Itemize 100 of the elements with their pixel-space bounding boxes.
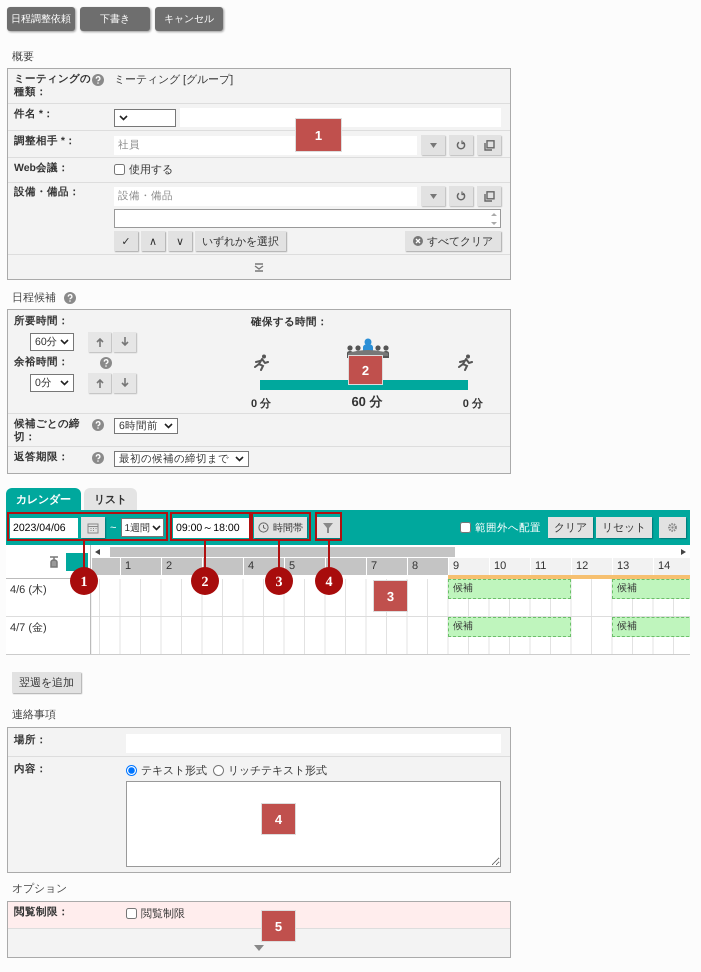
- up-button[interactable]: [88, 332, 111, 352]
- margin-time: 0 分: [462, 396, 483, 411]
- candidate-block[interactable]: 候補: [612, 617, 690, 637]
- select-dropdown[interactable]: 60分: [30, 333, 74, 351]
- field-label: ミーティングの種類：: [14, 73, 92, 99]
- filter-icon: [323, 522, 333, 532]
- help-icon[interactable]: [92, 419, 104, 431]
- filter-button[interactable]: [316, 517, 340, 538]
- period-select[interactable]: 1週間: [121, 518, 164, 537]
- expand-icon[interactable]: [254, 945, 264, 951]
- refresh-button[interactable]: [449, 135, 473, 155]
- action-button[interactable]: 下書き: [80, 7, 150, 31]
- settings-button[interactable]: [659, 517, 686, 538]
- down-button[interactable]: [113, 332, 136, 352]
- dropdown-button[interactable]: [421, 135, 445, 155]
- refresh-button[interactable]: [449, 186, 473, 206]
- section-heading: 概要: [12, 50, 35, 64]
- dropdown-button[interactable]: [421, 186, 445, 206]
- list-button[interactable]: いずれかを選択: [195, 231, 286, 251]
- hour-header: 7: [366, 558, 407, 575]
- time-slot-button[interactable]: 時間帯: [254, 517, 307, 538]
- field-label: Web会議：: [14, 162, 70, 175]
- scrollbar-thumb[interactable]: [110, 546, 455, 556]
- section-heading: 日程候補: [12, 291, 56, 305]
- field-label: 所要時間：: [14, 315, 70, 328]
- tab[interactable]: リスト: [84, 488, 137, 510]
- candidate-block[interactable]: 候補: [448, 617, 571, 637]
- field-label: 確保する時間：: [251, 316, 328, 328]
- toolbar-button[interactable]: リセット: [596, 517, 652, 538]
- radio-label: テキスト形式: [141, 764, 207, 778]
- action-button[interactable]: 日程調整依頼: [7, 7, 75, 31]
- list-button[interactable]: ✓: [114, 231, 138, 251]
- list-button[interactable]: ∨: [168, 231, 192, 251]
- list-box[interactable]: [114, 209, 501, 228]
- field-label: 余裕時間：: [14, 356, 70, 369]
- radio-button[interactable]: [126, 765, 137, 776]
- down-button[interactable]: [113, 373, 136, 393]
- checkbox[interactable]: [126, 908, 137, 919]
- input-field[interactable]: [180, 108, 501, 127]
- up-arrow-icon: [96, 337, 104, 347]
- caret-icon: [152, 524, 161, 530]
- checkbox[interactable]: [460, 522, 471, 533]
- toolbar-button[interactable]: クリア: [548, 517, 593, 538]
- section-heading: オプション: [12, 882, 68, 896]
- meeting-time: 60 分: [351, 393, 383, 411]
- annotation-tooltip: 3: [373, 580, 408, 612]
- help-icon[interactable]: [92, 452, 104, 464]
- add-week-button[interactable]: 翌週を追加: [12, 672, 81, 693]
- hour-header: 12: [571, 558, 612, 575]
- field-label: 調整相手 *：: [14, 135, 78, 148]
- caret-icon: [60, 339, 69, 345]
- time-range-field[interactable]: 09:00～18:00: [173, 518, 251, 538]
- action-button[interactable]: キャンセル: [155, 7, 223, 31]
- field-label: 閲覧制限：: [14, 906, 70, 919]
- clear-all-button[interactable]: すべてクリア: [405, 231, 501, 251]
- annotation-tooltip: 4: [261, 803, 296, 835]
- copy-button[interactable]: [477, 186, 501, 206]
- select-dropdown[interactable]: [114, 108, 176, 126]
- margin-time: 0 分: [251, 396, 272, 411]
- calendar-button[interactable]: [81, 517, 105, 538]
- hour-header: 10: [489, 558, 530, 575]
- copy-icon: [484, 140, 494, 150]
- scroll-left-icon[interactable]: [95, 548, 100, 554]
- input-field[interactable]: 設備・備品: [114, 186, 417, 206]
- section-heading: 連絡事項: [12, 708, 57, 722]
- up-button[interactable]: [88, 373, 111, 393]
- candidate-block[interactable]: 候補: [448, 579, 571, 599]
- help-icon[interactable]: [92, 74, 104, 86]
- refresh-icon: [456, 140, 466, 150]
- help-icon[interactable]: [64, 292, 76, 304]
- callout-tooltip: 4: [315, 512, 343, 595]
- field-label: 内容：: [14, 763, 48, 776]
- clear-icon: [413, 236, 423, 246]
- help-icon[interactable]: [100, 356, 112, 368]
- date-field[interactable]: 2023/04/06: [10, 518, 78, 538]
- annotation-tooltip: 5: [261, 910, 296, 942]
- down-arrow-icon: [120, 337, 128, 347]
- select-dropdown[interactable]: 最初の候補の締切まで: [114, 451, 249, 467]
- annotation-tooltip: 2: [348, 355, 383, 385]
- caret-icon: [235, 456, 244, 462]
- scroll-right-icon[interactable]: [681, 548, 686, 554]
- clock-icon: [258, 522, 269, 533]
- radio-button[interactable]: [213, 765, 224, 776]
- text-area[interactable]: [126, 781, 501, 867]
- select-dropdown[interactable]: 0分: [30, 374, 74, 392]
- caret-icon: [430, 194, 436, 198]
- select-dropdown[interactable]: 6時間前: [114, 418, 178, 434]
- candidate-block[interactable]: 候補: [612, 579, 690, 599]
- list-button[interactable]: ∧: [141, 231, 165, 251]
- field-label: 件名 *：: [14, 108, 56, 121]
- checkbox[interactable]: [114, 164, 125, 175]
- copy-icon: [484, 190, 494, 202]
- copy-button[interactable]: [477, 135, 501, 155]
- caret-icon: [119, 114, 128, 120]
- runner-icon: [253, 354, 269, 371]
- refresh-icon: [456, 191, 466, 201]
- field-value: ミーティング [グループ]: [114, 73, 234, 87]
- hour-header: 14: [653, 558, 690, 575]
- expand-icon[interactable]: [254, 262, 264, 272]
- day-label: 4/7 (金): [6, 617, 90, 654]
